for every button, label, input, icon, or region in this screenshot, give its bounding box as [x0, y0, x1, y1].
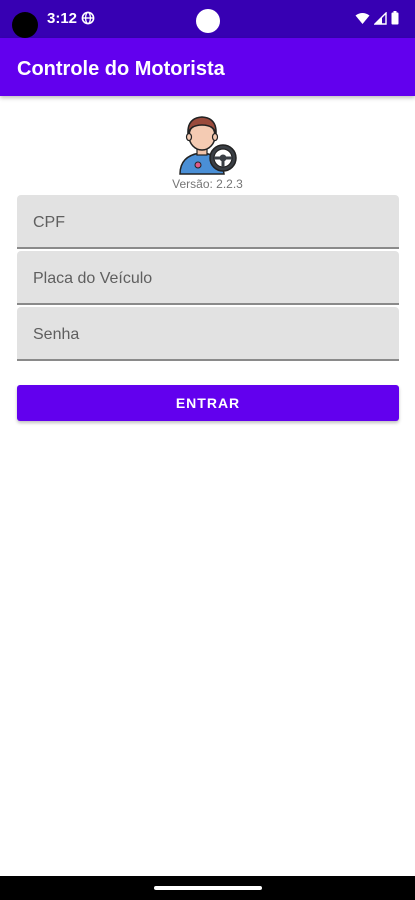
globe-icon	[81, 11, 95, 25]
status-icons	[355, 11, 399, 25]
status-time: 3:12	[47, 10, 78, 27]
signal-icon	[374, 11, 387, 25]
camera-cutout	[12, 12, 38, 38]
wifi-icon	[355, 12, 370, 24]
app-title: Controle do Motorista	[17, 58, 225, 80]
cpf-placeholder: CPF	[33, 214, 65, 231]
login-button[interactable]: ENTRAR	[17, 385, 399, 421]
password-placeholder: Senha	[33, 326, 80, 343]
app-bar: Controle do Motorista	[0, 38, 415, 96]
version-label: Versão: 2.2.3	[172, 177, 243, 191]
home-gesture-handle[interactable]	[154, 886, 262, 890]
driver-with-steering-wheel-icon	[179, 116, 237, 175]
login-screen: 3:12 Controle do Motorista Versão: 2.2.3…	[0, 0, 415, 900]
navigation-bar	[0, 876, 415, 900]
vehicle-plate-field[interactable]: Placa do Veículo	[17, 251, 399, 305]
battery-icon	[391, 11, 399, 25]
status-bar: 3:12	[0, 0, 415, 38]
front-camera	[196, 9, 220, 33]
vehicle-plate-placeholder: Placa do Veículo	[33, 270, 153, 287]
password-field[interactable]: Senha	[17, 307, 399, 361]
cpf-field[interactable]: CPF	[17, 195, 399, 249]
